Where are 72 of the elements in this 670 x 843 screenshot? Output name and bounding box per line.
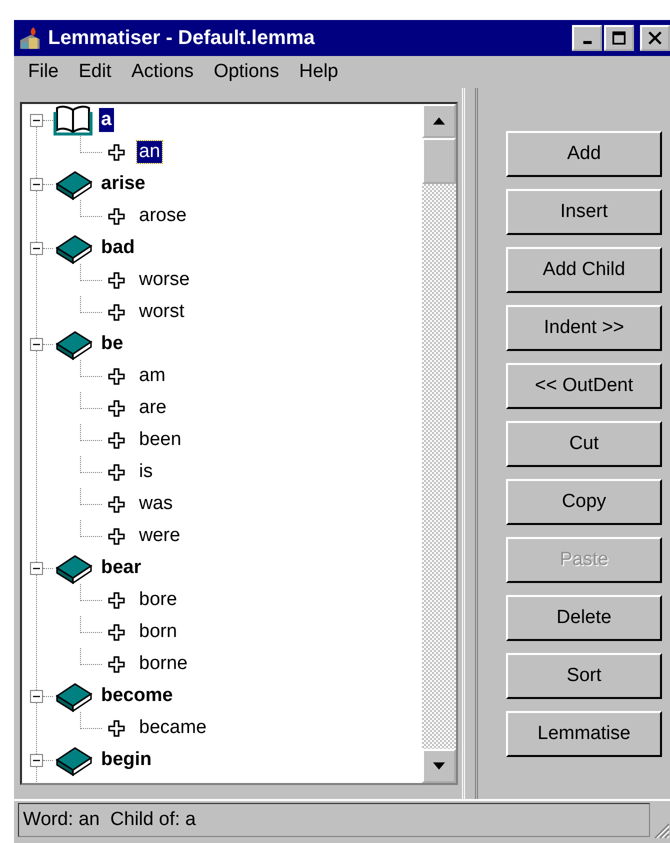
close-icon — [647, 31, 663, 45]
plus-icon — [108, 496, 125, 512]
action-button[interactable]: Delete — [506, 595, 662, 641]
scroll-down-button[interactable] — [422, 749, 456, 783]
tree-item[interactable]: am — [137, 365, 168, 387]
tree-item[interactable]: a — [99, 108, 114, 132]
plus-icon — [108, 272, 125, 288]
action-button[interactable]: Insert — [506, 189, 662, 235]
tree-item[interactable]: arise — [99, 172, 148, 196]
window-title: Lemmatiser - Default.lemma — [48, 26, 316, 50]
action-button[interactable]: Sort — [506, 653, 662, 699]
action-button[interactable]: Add — [506, 131, 662, 177]
tree-item[interactable]: born — [137, 621, 180, 643]
action-button[interactable]: Cut — [506, 421, 662, 467]
tree-item[interactable]: an — [137, 141, 162, 163]
tree-item[interactable]: arose — [137, 205, 189, 227]
menu-item[interactable]: File — [28, 61, 59, 83]
collapse-icon[interactable] — [30, 562, 43, 574]
splitter[interactable] — [462, 88, 478, 799]
tree-item[interactable]: were — [137, 525, 182, 547]
tree-item[interactable]: become — [99, 684, 175, 708]
maximize-button[interactable] — [604, 25, 634, 51]
status-text: Word: an Child of: a — [18, 803, 650, 837]
tree-item[interactable]: bore — [137, 589, 180, 611]
plus-icon — [108, 656, 125, 672]
plus-icon — [108, 208, 125, 224]
tree-item[interactable]: are — [137, 397, 168, 419]
minimize-button[interactable] — [572, 25, 602, 51]
menu-item[interactable]: Options — [214, 61, 280, 83]
action-button[interactable]: Add Child — [506, 247, 662, 293]
collapse-icon[interactable] — [30, 242, 43, 254]
plus-icon — [108, 464, 125, 480]
tree-item[interactable]: borne — [137, 653, 190, 675]
plus-icon — [108, 304, 125, 320]
plus-icon — [108, 528, 125, 544]
tree-item[interactable]: is — [137, 461, 155, 483]
collapse-icon[interactable] — [30, 754, 43, 766]
scrollbar[interactable] — [422, 104, 456, 783]
scroll-thumb[interactable] — [422, 138, 456, 184]
minimize-icon — [582, 41, 592, 44]
action-button[interactable]: << OutDent — [506, 363, 662, 409]
close-button[interactable] — [640, 25, 670, 51]
scroll-up-button[interactable] — [422, 104, 456, 138]
tree-item[interactable]: became — [137, 717, 209, 739]
menu-item[interactable]: Actions — [131, 61, 194, 83]
tree-item[interactable]: worse — [137, 269, 192, 291]
tree-item[interactable]: been — [137, 429, 184, 451]
tree-item[interactable]: begin — [99, 748, 154, 772]
plus-icon — [108, 592, 125, 608]
tree-item[interactable]: worst — [137, 301, 186, 323]
plus-icon — [108, 368, 125, 384]
action-button[interactable]: Lemmatise — [506, 711, 662, 757]
up-arrow-icon — [433, 117, 445, 125]
plus-icon — [108, 720, 125, 736]
maximize-icon — [611, 31, 627, 45]
plus-icon — [108, 624, 125, 640]
collapse-icon[interactable] — [30, 338, 43, 350]
plus-icon — [108, 400, 125, 416]
collapse-icon[interactable] — [30, 114, 43, 126]
action-button[interactable]: Copy — [506, 479, 662, 525]
plus-icon — [108, 144, 125, 160]
tree-item[interactable]: be — [99, 332, 126, 356]
tree-item[interactable]: was — [137, 493, 175, 515]
collapse-icon[interactable] — [30, 178, 43, 190]
tree-item[interactable]: bad — [99, 236, 137, 260]
tree-item[interactable]: bear — [99, 556, 144, 580]
menu-item[interactable]: Help — [299, 61, 338, 83]
down-arrow-icon — [433, 762, 445, 770]
plus-icon — [108, 432, 125, 448]
action-button[interactable]: Indent >> — [506, 305, 662, 351]
menu-item[interactable]: Edit — [78, 61, 112, 83]
collapse-icon[interactable] — [30, 690, 43, 702]
